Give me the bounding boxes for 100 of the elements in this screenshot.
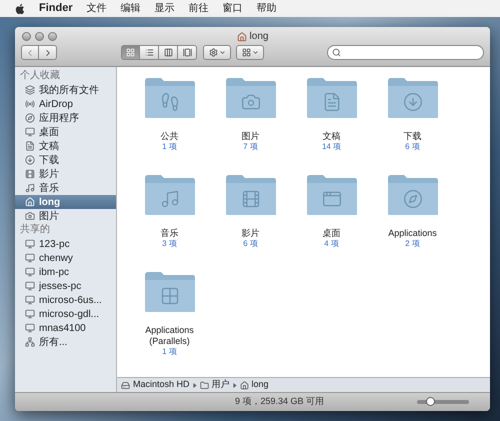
slider-thumb[interactable] — [426, 397, 435, 406]
menu-item[interactable]: 文件 — [86, 1, 107, 16]
sidebar-item[interactable]: 图片 — [15, 209, 116, 223]
menu-item[interactable]: 编辑 — [120, 1, 141, 16]
sidebar-item[interactable]: 影片 — [15, 167, 116, 181]
menu-item[interactable]: 帮助 — [256, 1, 277, 16]
folder-name[interactable]: Applications (Parallels) — [130, 325, 208, 347]
folder-icon — [142, 271, 196, 313]
item-count: 6 项 — [243, 239, 258, 249]
menu-item[interactable]: 前往 — [188, 1, 209, 16]
app-menu[interactable]: Finder — [39, 0, 73, 17]
caret-icon — [252, 49, 258, 56]
separator-arrow-icon — [192, 382, 197, 388]
sidebar-item-icon — [25, 337, 35, 347]
menu-item[interactable]: 窗口 — [222, 1, 243, 16]
sidebar-item[interactable]: 123-pc — [15, 237, 116, 251]
sidebar-section-header: 个人收藏 — [19, 69, 61, 83]
sidebar-item[interactable]: 桌面 — [15, 125, 116, 139]
search-field[interactable] — [327, 45, 484, 60]
sidebar-item-icon — [25, 113, 35, 123]
sidebar-item-icon — [25, 267, 35, 277]
sidebar-item-icon — [25, 211, 35, 221]
menu-item[interactable]: 显示 — [154, 1, 175, 16]
sidebar-item[interactable]: mnas4100 — [15, 321, 116, 335]
sidebar-item[interactable]: microso-6us... — [15, 293, 116, 307]
sidebar-item-icon — [25, 239, 35, 249]
action-menu-button[interactable] — [203, 45, 231, 60]
sidebar-item[interactable]: ibm-pc — [15, 265, 116, 279]
forward-button[interactable] — [39, 45, 57, 60]
sidebar-item-icon — [25, 197, 35, 207]
grid-icon — [242, 48, 250, 57]
sidebar-section-header: 共享的 — [19, 223, 51, 237]
caret-icon — [218, 49, 226, 56]
sidebar-item-icon — [25, 155, 35, 165]
sidebar-item-icon — [25, 127, 35, 137]
folder-name[interactable]: 图片 — [212, 131, 290, 142]
sidebar-item-icon — [25, 141, 35, 151]
status-text: 9 项，259.34 GB 可用 — [235, 395, 324, 408]
sidebar-item[interactable]: 所有... — [15, 335, 116, 349]
sidebar-item[interactable]: chenwy — [15, 251, 116, 265]
path-icon — [200, 380, 209, 390]
folder-icon — [304, 174, 358, 216]
folder-name[interactable]: 影片 — [212, 228, 290, 239]
sidebar-item-icon — [25, 99, 35, 109]
view-mode-icon — [144, 48, 154, 57]
settings-icon — [208, 48, 218, 57]
view-mode-button[interactable] — [159, 45, 178, 60]
folder-icon — [386, 174, 440, 216]
sidebar-item-icon — [25, 295, 35, 305]
folder-icon — [142, 174, 196, 216]
arrange-menu-button[interactable] — [236, 45, 264, 60]
folder-icon — [224, 174, 278, 216]
item-count: 1 项 — [162, 347, 177, 357]
sidebar-item[interactable]: microso-gdl... — [15, 307, 116, 321]
sidebar-item[interactable]: 应用程序 — [15, 111, 116, 125]
folder-name[interactable]: 桌面 — [292, 228, 370, 239]
item-count: 4 项 — [324, 239, 339, 249]
folder-icon — [142, 77, 196, 119]
sidebar-item-icon — [25, 169, 35, 179]
sidebar-item-icon — [25, 323, 35, 333]
sidebar-item[interactable]: 下载 — [15, 153, 116, 167]
sidebar-item[interactable]: 文稿 — [15, 139, 116, 153]
view-mode-icon — [126, 48, 135, 57]
path-icon — [121, 380, 130, 390]
folder-name[interactable]: 下载 — [374, 131, 452, 142]
back-button[interactable] — [21, 45, 39, 60]
sidebar-item[interactable]: AirDrop — [15, 97, 116, 111]
sidebar-item[interactable]: 音乐 — [15, 181, 116, 195]
folder-name[interactable]: 公共 — [130, 131, 208, 142]
item-count: 2 项 — [405, 239, 420, 249]
folder-name[interactable]: 音乐 — [130, 228, 208, 239]
view-mode-icon — [182, 48, 192, 57]
view-mode-button[interactable] — [178, 45, 197, 60]
window-title: long — [250, 30, 268, 44]
apple-logo-icon[interactable] — [14, 2, 25, 14]
sidebar-item[interactable]: jesses-pc — [15, 279, 116, 293]
home-icon — [236, 32, 247, 42]
sidebar-item-icon — [25, 253, 35, 263]
sidebar-item[interactable]: 我的所有文件 — [15, 83, 116, 97]
folder-name[interactable]: 文稿 — [292, 131, 370, 142]
view-mode-icon — [164, 48, 172, 57]
sidebar-item-icon — [25, 281, 35, 291]
path-icon — [240, 380, 249, 390]
separator-arrow-icon — [232, 382, 237, 388]
folder-name[interactable]: Applications — [374, 228, 452, 239]
zoom-slider[interactable] — [417, 400, 469, 404]
item-count: 7 项 — [243, 142, 258, 152]
path-item[interactable]: Macintosh HD — [133, 378, 190, 392]
path-item[interactable]: 用户 — [212, 378, 230, 392]
sidebar-item[interactable]: long — [15, 195, 116, 209]
folder-icon — [386, 77, 440, 119]
sidebar-item-icon — [25, 85, 35, 95]
sidebar-item-icon — [25, 183, 35, 193]
sidebar-item-icon — [25, 309, 35, 319]
search-icon — [332, 48, 341, 57]
path-item[interactable]: long — [252, 378, 269, 392]
item-count: 14 项 — [322, 142, 342, 152]
view-mode-button[interactable] — [140, 45, 159, 60]
folder-icon — [304, 77, 358, 119]
item-count: 1 项 — [162, 142, 177, 152]
